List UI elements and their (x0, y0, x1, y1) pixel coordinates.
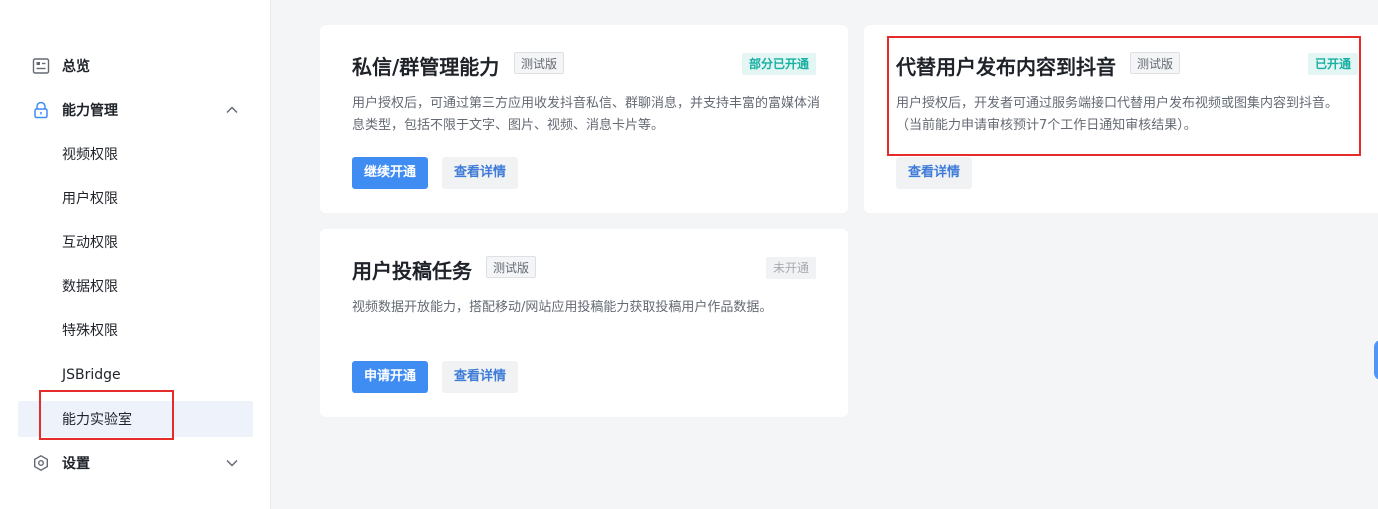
sidebar-item-label: 能力管理 (62, 103, 118, 119)
sidebar-item-user-permissions[interactable]: 用户权限 (18, 180, 253, 216)
settings-icon (34, 454, 49, 472)
card-description: 用户授权后，开发者可通过服务端接口代替用户发布视频或图集内容到抖音。（当前能力申… (896, 96, 1339, 133)
view-details-button[interactable]: 查看详情 (442, 361, 519, 393)
sidebar-item-label: 数据权限 (62, 279, 118, 295)
sidebar-item-label: 总览 (62, 59, 90, 75)
beta-tag: 测试版 (486, 256, 537, 278)
apply-activation-button[interactable]: 申请开通 (352, 361, 429, 393)
sidebar-item-interaction-permissions[interactable]: 互动权限 (18, 224, 253, 260)
status-badge: 未开通 (765, 257, 816, 279)
sidebar-item-jsbridge[interactable]: JSBridge (18, 357, 253, 393)
view-details-button[interactable]: 查看详情 (896, 157, 973, 189)
capability-card-publish-content: 代替用户发布内容到抖音 测试版 已开通 用户授权后，开发者可通过服务端接口代替用… (864, 25, 1378, 213)
beta-tag: 测试版 (514, 52, 565, 74)
sidebar-item-label: 设置 (62, 456, 90, 472)
capability-card-user-submission-task: 用户投稿任务 测试版 未开通 视频数据开放能力，搭配移动/网站应用投稿能力获取投… (320, 229, 848, 417)
sidebar-item-label: JSBridge (62, 367, 121, 383)
sidebar-item-capability-lab[interactable]: 能力实验室 (18, 401, 253, 437)
continue-activation-button[interactable]: 继续开通 (352, 157, 429, 189)
card-description: 视频数据开放能力，搭配移动/网站应用投稿能力获取投稿用户作品数据。 (352, 300, 773, 315)
chevron-up-icon[interactable] (225, 103, 239, 117)
card-title: 代替用户发布内容到抖音 (896, 55, 1116, 79)
sidebar-item-video-permissions[interactable]: 视频权限 (18, 136, 253, 172)
sidebar: 总览 能力管理 视频权限 用户权限 互动权限 数据权限 特殊权限 JSBridg… (0, 0, 271, 509)
sidebar-item-settings[interactable]: 设置 (18, 445, 253, 481)
sidebar-item-overview[interactable]: 总览 (18, 48, 253, 84)
status-badge: 部分已开通 (741, 53, 816, 75)
sidebar-item-capability-management[interactable]: 能力管理 (18, 92, 253, 128)
lock-icon (34, 101, 48, 119)
card-title: 私信/群管理能力 (352, 55, 500, 79)
sidebar-item-label: 互动权限 (62, 235, 118, 251)
sidebar-item-label: 视频权限 (62, 147, 118, 163)
capability-card-private-message: 私信/群管理能力 测试版 部分已开通 用户授权后，可通过第三方应用收发抖音私信、… (320, 25, 848, 213)
view-details-button[interactable]: 查看详情 (442, 157, 519, 189)
floating-help-handle[interactable] (1374, 340, 1378, 380)
card-description: 用户授权后，可通过第三方应用收发抖音私信、群聊消息，并支持丰富的富媒体消息类型，… (352, 96, 821, 133)
card-title: 用户投稿任务 (352, 259, 472, 283)
sidebar-item-special-permissions[interactable]: 特殊权限 (18, 312, 253, 348)
sidebar-item-label: 用户权限 (62, 191, 118, 207)
sidebar-item-label: 特殊权限 (62, 323, 118, 339)
status-badge: 已开通 (1307, 53, 1358, 75)
chevron-down-icon[interactable] (225, 456, 239, 470)
sidebar-item-data-permissions[interactable]: 数据权限 (18, 268, 253, 304)
sidebar-item-label: 能力实验室 (62, 412, 132, 428)
beta-tag: 测试版 (1130, 52, 1181, 74)
overview-icon (32, 58, 50, 74)
